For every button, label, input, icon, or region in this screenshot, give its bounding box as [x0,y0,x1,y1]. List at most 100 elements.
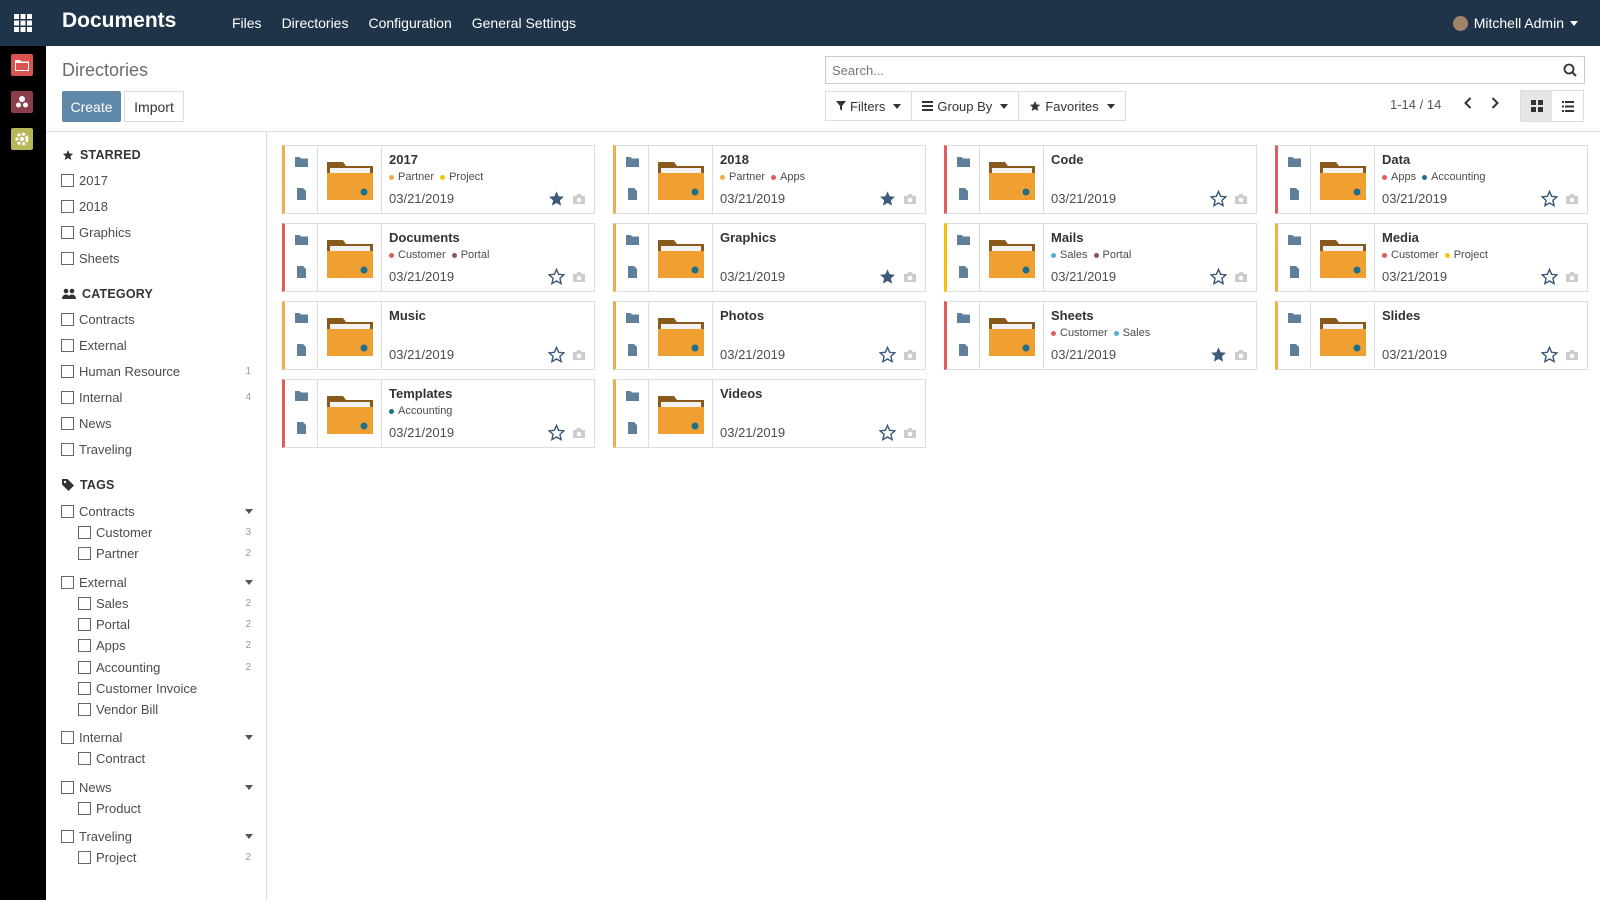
camera-icon[interactable] [572,427,586,439]
folder-card[interactable]: Mails Sales Portal 03/21/2019 [944,223,1257,292]
category-item-internal[interactable]: Internal 4 [61,390,267,405]
apps-menu-button[interactable] [0,0,46,46]
folder-card[interactable]: Media Customer Project 03/21/2019 [1275,223,1588,292]
folder-name[interactable]: 2018 [720,152,749,167]
tag-group-external[interactable]: External [61,575,267,590]
pager-next-button[interactable] [1487,95,1503,111]
checkbox[interactable] [61,505,74,518]
folder-thumbnail[interactable] [980,224,1044,291]
tag-item-project[interactable]: Project 2 [78,850,267,865]
star-outline-icon[interactable] [548,424,565,441]
starred-item-graphics[interactable]: Graphics [61,225,267,240]
category-item-news[interactable]: News [61,416,267,431]
folder-icon[interactable] [295,312,308,324]
folder-thumbnail[interactable] [649,380,713,447]
star-outline-icon[interactable] [1541,346,1558,363]
folder-card[interactable]: Music 03/21/2019 [282,301,595,370]
checkbox[interactable] [78,681,91,695]
chevron-down-icon[interactable] [245,735,253,741]
list-view-button[interactable] [1552,91,1583,121]
file-icon[interactable] [295,266,308,278]
folder-thumbnail[interactable] [318,302,382,369]
rail-app-documents[interactable] [11,54,33,76]
folder-card[interactable]: 2017 Partner Project 03/21/2019 [282,145,595,214]
folder-thumbnail[interactable] [649,146,713,213]
folder-name[interactable]: Slides [1382,308,1420,323]
menu-general-settings[interactable]: General Settings [472,15,576,31]
chevron-down-icon[interactable] [245,509,253,514]
category-item-external[interactable]: External [61,338,267,353]
import-button[interactable]: Import [124,91,184,122]
folder-thumbnail[interactable] [318,224,382,291]
tag-item-portal[interactable]: Portal 2 [78,617,267,632]
search-icon[interactable] [1556,63,1584,77]
camera-icon[interactable] [572,271,586,283]
checkbox[interactable] [78,639,91,653]
tag-group-traveling[interactable]: Traveling [61,829,267,844]
folder-name[interactable]: 2017 [389,152,418,167]
file-icon[interactable] [626,188,639,200]
chevron-down-icon[interactable] [245,579,253,585]
camera-icon[interactable] [572,349,586,361]
folder-name[interactable]: Sheets [1051,308,1094,323]
tag-group-contracts[interactable]: Contracts [61,504,267,519]
folder-name[interactable]: Graphics [720,230,776,245]
tag-item-apps[interactable]: Apps 2 [78,638,267,653]
folder-name[interactable]: Photos [720,308,764,323]
folder-card[interactable]: Sheets Customer Sales 03/21/2019 [944,301,1257,370]
checkbox[interactable] [78,851,91,864]
file-icon[interactable] [626,422,639,434]
folder-name[interactable]: Documents [389,230,460,245]
folder-card[interactable]: Templates Accounting 03/21/2019 [282,379,595,448]
filters-dropdown[interactable]: Filters [826,92,913,120]
checkbox[interactable] [78,547,91,561]
rail-app-sign[interactable] [11,91,33,113]
tag-item-vendor-bill[interactable]: Vendor Bill [78,702,267,717]
folder-name[interactable]: Media [1382,230,1419,245]
menu-configuration[interactable]: Configuration [368,15,451,31]
folder-card[interactable]: 2018 Partner Apps 03/21/2019 [613,145,926,214]
camera-icon[interactable] [1565,271,1579,283]
folder-icon[interactable] [957,156,970,168]
checkbox[interactable] [61,339,74,352]
checkbox[interactable] [61,780,74,794]
rail-app-settings[interactable] [11,128,33,150]
folder-icon[interactable] [626,156,639,168]
folder-icon[interactable] [626,390,639,402]
tag-item-customer-invoice[interactable]: Customer Invoice [78,681,267,696]
folder-thumbnail[interactable] [649,224,713,291]
create-button[interactable]: Create [62,91,121,122]
kanban-view-button[interactable] [1521,91,1552,121]
folder-thumbnail[interactable] [1311,224,1375,291]
folder-thumbnail[interactable] [1311,146,1375,213]
folder-icon[interactable] [295,234,308,246]
category-item-traveling[interactable]: Traveling [61,442,267,457]
checkbox[interactable] [78,596,91,610]
checkbox[interactable] [78,526,91,539]
file-icon[interactable] [957,344,970,356]
checkbox[interactable] [61,417,74,430]
tag-item-sales[interactable]: Sales 2 [78,596,267,611]
folder-icon[interactable] [626,312,639,324]
star-outline-icon[interactable] [1210,190,1227,207]
tag-item-contract[interactable]: Contract [78,751,267,766]
checkbox[interactable] [78,703,91,717]
menu-directories[interactable]: Directories [282,15,349,31]
checkbox[interactable] [61,365,74,378]
menu-files[interactable]: Files [232,15,262,31]
camera-icon[interactable] [903,427,917,439]
checkbox[interactable] [61,174,74,187]
tag-item-product[interactable]: Product [78,801,267,816]
checkbox[interactable] [78,801,91,815]
tag-item-customer[interactable]: Customer 3 [78,525,267,540]
folder-icon[interactable] [295,390,308,402]
file-icon[interactable] [295,188,308,200]
folder-thumbnail[interactable] [649,302,713,369]
pager-value[interactable]: 1-14 / 14 [1390,97,1441,112]
star-filled-icon[interactable] [879,190,896,207]
checkbox[interactable] [61,731,74,745]
file-icon[interactable] [957,188,970,200]
pager-previous-button[interactable] [1460,95,1476,111]
search-input[interactable]: Search... [825,56,1585,84]
folder-card[interactable]: Documents Customer Portal 03/21/2019 [282,223,595,292]
